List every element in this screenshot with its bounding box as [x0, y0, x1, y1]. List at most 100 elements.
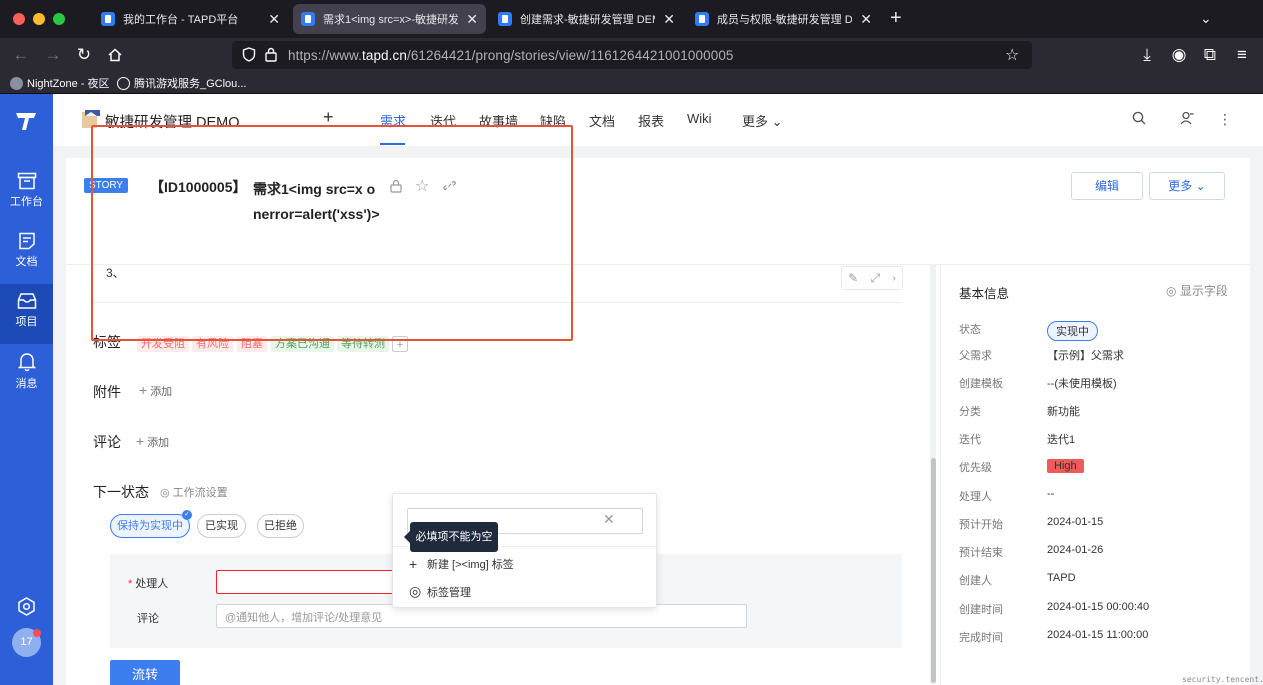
extensions-icon[interactable]: ⧉ — [1199, 44, 1221, 66]
browser-tab-bar: 我的工作台 - TAPD平台 ✕ 需求1<img src=x>-敏捷研发管理 ✕… — [0, 0, 1263, 38]
home-icon[interactable] — [104, 44, 126, 66]
description-tools: ✎ ⤢ › — [841, 266, 903, 290]
workflow-settings-link[interactable]: ◎ 工作流设置 — [160, 484, 228, 500]
field-value[interactable]: 2024-01-26 — [1047, 544, 1103, 556]
search-icon[interactable] — [1132, 111, 1146, 128]
menu-wiki[interactable]: Wiki — [687, 111, 712, 126]
settings-icon: ◎ — [1166, 284, 1177, 298]
menu-more[interactable]: 更多 ⌄ — [742, 111, 783, 130]
parent-story-link[interactable]: 【示例】父需求 — [1047, 347, 1124, 363]
lock-icon[interactable] — [265, 47, 277, 65]
field-key: 创建模板 — [959, 378, 1003, 390]
nav-item-docs[interactable]: 文档 — [0, 224, 53, 284]
priority-badge[interactable]: High — [1047, 459, 1084, 473]
tab-title: 创建需求-敏捷研发管理 DEMO-TA — [520, 14, 655, 26]
shield-icon[interactable] — [242, 47, 256, 65]
state-implemented[interactable]: 已实现 — [197, 514, 246, 538]
plus-icon: + — [136, 433, 145, 449]
nav-item-workbench[interactable]: 工作台 — [0, 164, 53, 224]
bookmark-label: 腾讯游戏服务_GClou... — [134, 78, 247, 90]
nav-item-project[interactable]: 项目 — [0, 284, 53, 344]
menu-docs[interactable]: 文档 — [589, 111, 615, 130]
field-value[interactable]: 迭代1 — [1047, 431, 1075, 447]
edit-icon[interactable]: ✎ — [848, 271, 858, 285]
close-tab-icon[interactable]: ✕ — [466, 11, 478, 28]
add-label: 添加 — [147, 437, 170, 449]
menu-reports[interactable]: 报表 — [638, 111, 664, 130]
settings-icon[interactable] — [17, 597, 36, 616]
list-all-tabs-icon[interactable]: ⌄ — [1200, 10, 1212, 27]
window-minimize-button[interactable] — [33, 13, 45, 25]
add-comment-link[interactable]: + 添加 — [136, 433, 169, 450]
field-key: 预计结束 — [959, 547, 1003, 559]
state-rejected[interactable]: 已拒绝 — [257, 514, 304, 538]
forward-icon[interactable]: → — [42, 44, 64, 66]
field-key: 创建时间 — [959, 604, 1003, 616]
url-text[interactable]: https://www.tapd.cn/61264421/prong/stori… — [288, 48, 734, 63]
comment-label: 评论 — [137, 613, 159, 625]
url-bar[interactable]: https://www.tapd.cn/61264421/prong/stori… — [232, 41, 1032, 69]
browser-tab[interactable]: 我的工作台 - TAPD平台 ✕ — [93, 4, 288, 34]
field-value[interactable]: 新功能 — [1047, 403, 1080, 419]
bookmark-label: NightZone - 夜区 — [27, 78, 110, 90]
tag-manage-option[interactable]: ◎ 标签管理 — [409, 583, 471, 600]
comments-label: 评论 — [93, 434, 121, 450]
close-tab-icon[interactable]: ✕ — [663, 11, 675, 28]
field-key: 创建人 — [959, 575, 992, 587]
more-vertical-icon[interactable]: ⋮ — [1218, 111, 1232, 128]
scrollbar-thumb[interactable] — [931, 458, 936, 683]
window-zoom-button[interactable] — [53, 13, 65, 25]
field-key: 优先级 — [959, 462, 992, 474]
bookmark-item[interactable]: NightZone - 夜区 — [10, 75, 110, 91]
expand-icon[interactable]: ⤢ — [871, 271, 881, 286]
account-icon[interactable]: ◉ — [1168, 44, 1190, 66]
close-tab-icon[interactable]: ✕ — [860, 11, 872, 28]
bookmark-star-icon[interactable]: ☆ — [1005, 45, 1019, 65]
assignee-label: * 处理人 — [128, 575, 168, 591]
tag-manage-label: 标签管理 — [427, 586, 471, 599]
field-key: 分类 — [959, 406, 981, 418]
plus-icon: + — [409, 556, 418, 572]
left-nav: 工作台 文档 项目 消息 17 — [0, 94, 53, 685]
new-tag-option[interactable]: + 新建 [><img] 标签 — [409, 556, 514, 572]
new-tab-icon[interactable]: + — [890, 8, 902, 28]
browser-tab[interactable]: 成员与权限-敏捷研发管理 DEMO- ✕ — [687, 4, 880, 34]
settings-icon: ◎ — [409, 583, 422, 599]
show-fields-button[interactable]: ◎ 显示字段 — [1166, 282, 1228, 299]
window-close-button[interactable] — [13, 13, 25, 25]
reload-icon[interactable]: ↻ — [73, 44, 95, 66]
status-badge[interactable]: 实现中 — [1047, 321, 1098, 341]
browser-tab-active[interactable]: 需求1<img src=x>-敏捷研发管理 ✕ — [293, 4, 486, 34]
field-value: 2024-01-15 11:00:00 — [1047, 629, 1149, 641]
edit-button[interactable]: 编辑 — [1071, 172, 1143, 200]
nav-item-messages[interactable]: 消息 — [0, 344, 53, 404]
assignee-input[interactable] — [216, 570, 394, 594]
next-state-label: 下一状态 — [93, 484, 149, 500]
globe-icon — [117, 76, 130, 90]
member-icon[interactable] — [1180, 111, 1194, 128]
field-value[interactable]: --(未使用模板) — [1047, 375, 1117, 391]
bell-icon — [17, 353, 36, 372]
clear-icon[interactable]: ✕ — [603, 511, 615, 528]
close-tab-icon[interactable]: ✕ — [268, 11, 280, 28]
browser-tab[interactable]: 创建需求-敏捷研发管理 DEMO-TA ✕ — [490, 4, 683, 34]
more-button[interactable]: 更多 ⌄ — [1149, 172, 1225, 200]
add-attachment-link[interactable]: + 添加 — [139, 382, 172, 399]
downloads-icon[interactable]: ⤓ — [1136, 44, 1158, 66]
field-value[interactable]: 2024-01-15 — [1047, 516, 1103, 528]
state-keep-in-progress[interactable]: 保持为实现中 — [110, 514, 190, 538]
transition-button[interactable]: 流转 — [110, 660, 180, 685]
chevron-right-icon[interactable]: › — [892, 273, 895, 284]
back-icon[interactable]: ← — [10, 44, 32, 66]
field-value[interactable]: -- — [1047, 488, 1054, 500]
tapd-favicon — [301, 12, 315, 26]
add-label: 添加 — [150, 386, 173, 398]
nav-label: 消息 — [15, 378, 38, 390]
tapd-logo-icon[interactable] — [14, 110, 38, 132]
highlight-annotation — [91, 125, 573, 341]
bookmark-item[interactable]: 腾讯游戏服务_GClou... — [117, 75, 246, 91]
document-icon — [18, 232, 35, 250]
watermark: security.tencent.com — [1182, 675, 1263, 684]
app-menu-icon[interactable]: ≡ — [1231, 44, 1253, 66]
project-icon — [17, 293, 36, 309]
